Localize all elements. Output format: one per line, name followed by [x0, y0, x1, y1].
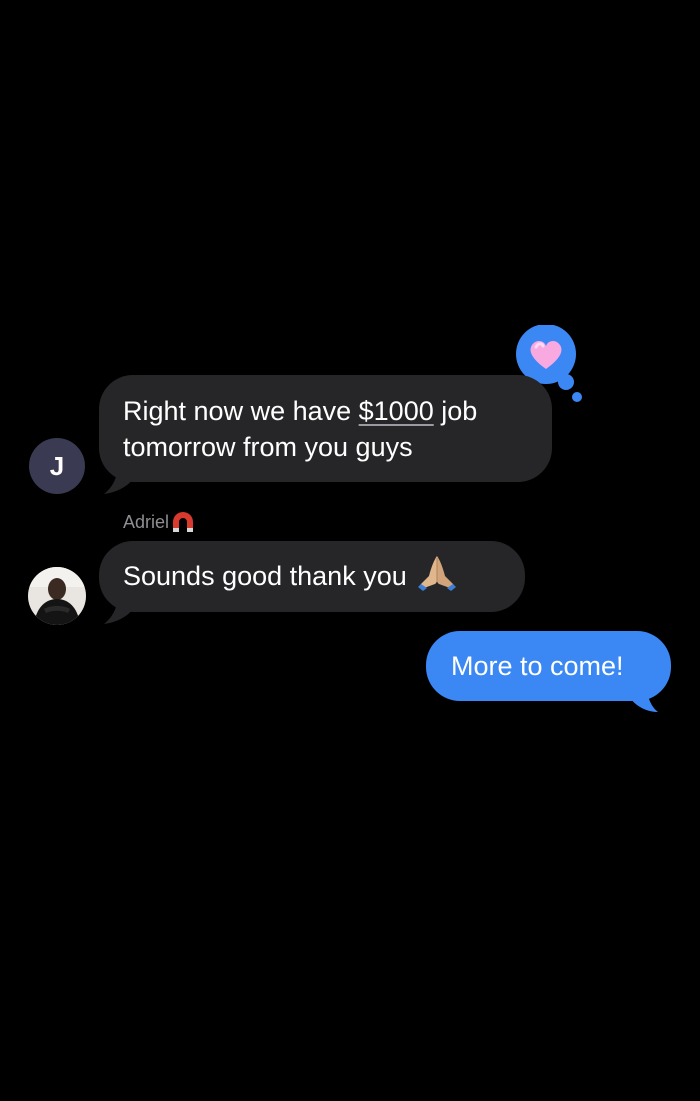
- avatar-initial: J: [49, 450, 65, 481]
- message-bubble-outgoing[interactable]: More to come!: [426, 631, 671, 701]
- message-text: Sounds good thank you: [123, 561, 407, 591]
- sender-name: Adriel: [123, 510, 196, 534]
- message-text: More to come!: [451, 651, 624, 681]
- partially-visible-sender-name: ​: [124, 728, 404, 740]
- message-bubble-incoming[interactable]: Sounds good thank you: [99, 541, 525, 612]
- message-text: Right now we have $1000 job tomorrow fro…: [123, 396, 478, 462]
- magnet-icon: [173, 512, 194, 532]
- folded-hands-icon: [417, 556, 456, 591]
- message-bubble-incoming[interactable]: Right now we have $1000 job tomorrow fro…: [99, 375, 552, 482]
- avatar[interactable]: J: [29, 438, 85, 494]
- message-thread: J Right now we have $1000 job tomorrow f…: [0, 0, 700, 1101]
- avatar[interactable]: [28, 567, 86, 625]
- amount-link[interactable]: $1000: [359, 396, 434, 426]
- profile-photo: [28, 567, 86, 625]
